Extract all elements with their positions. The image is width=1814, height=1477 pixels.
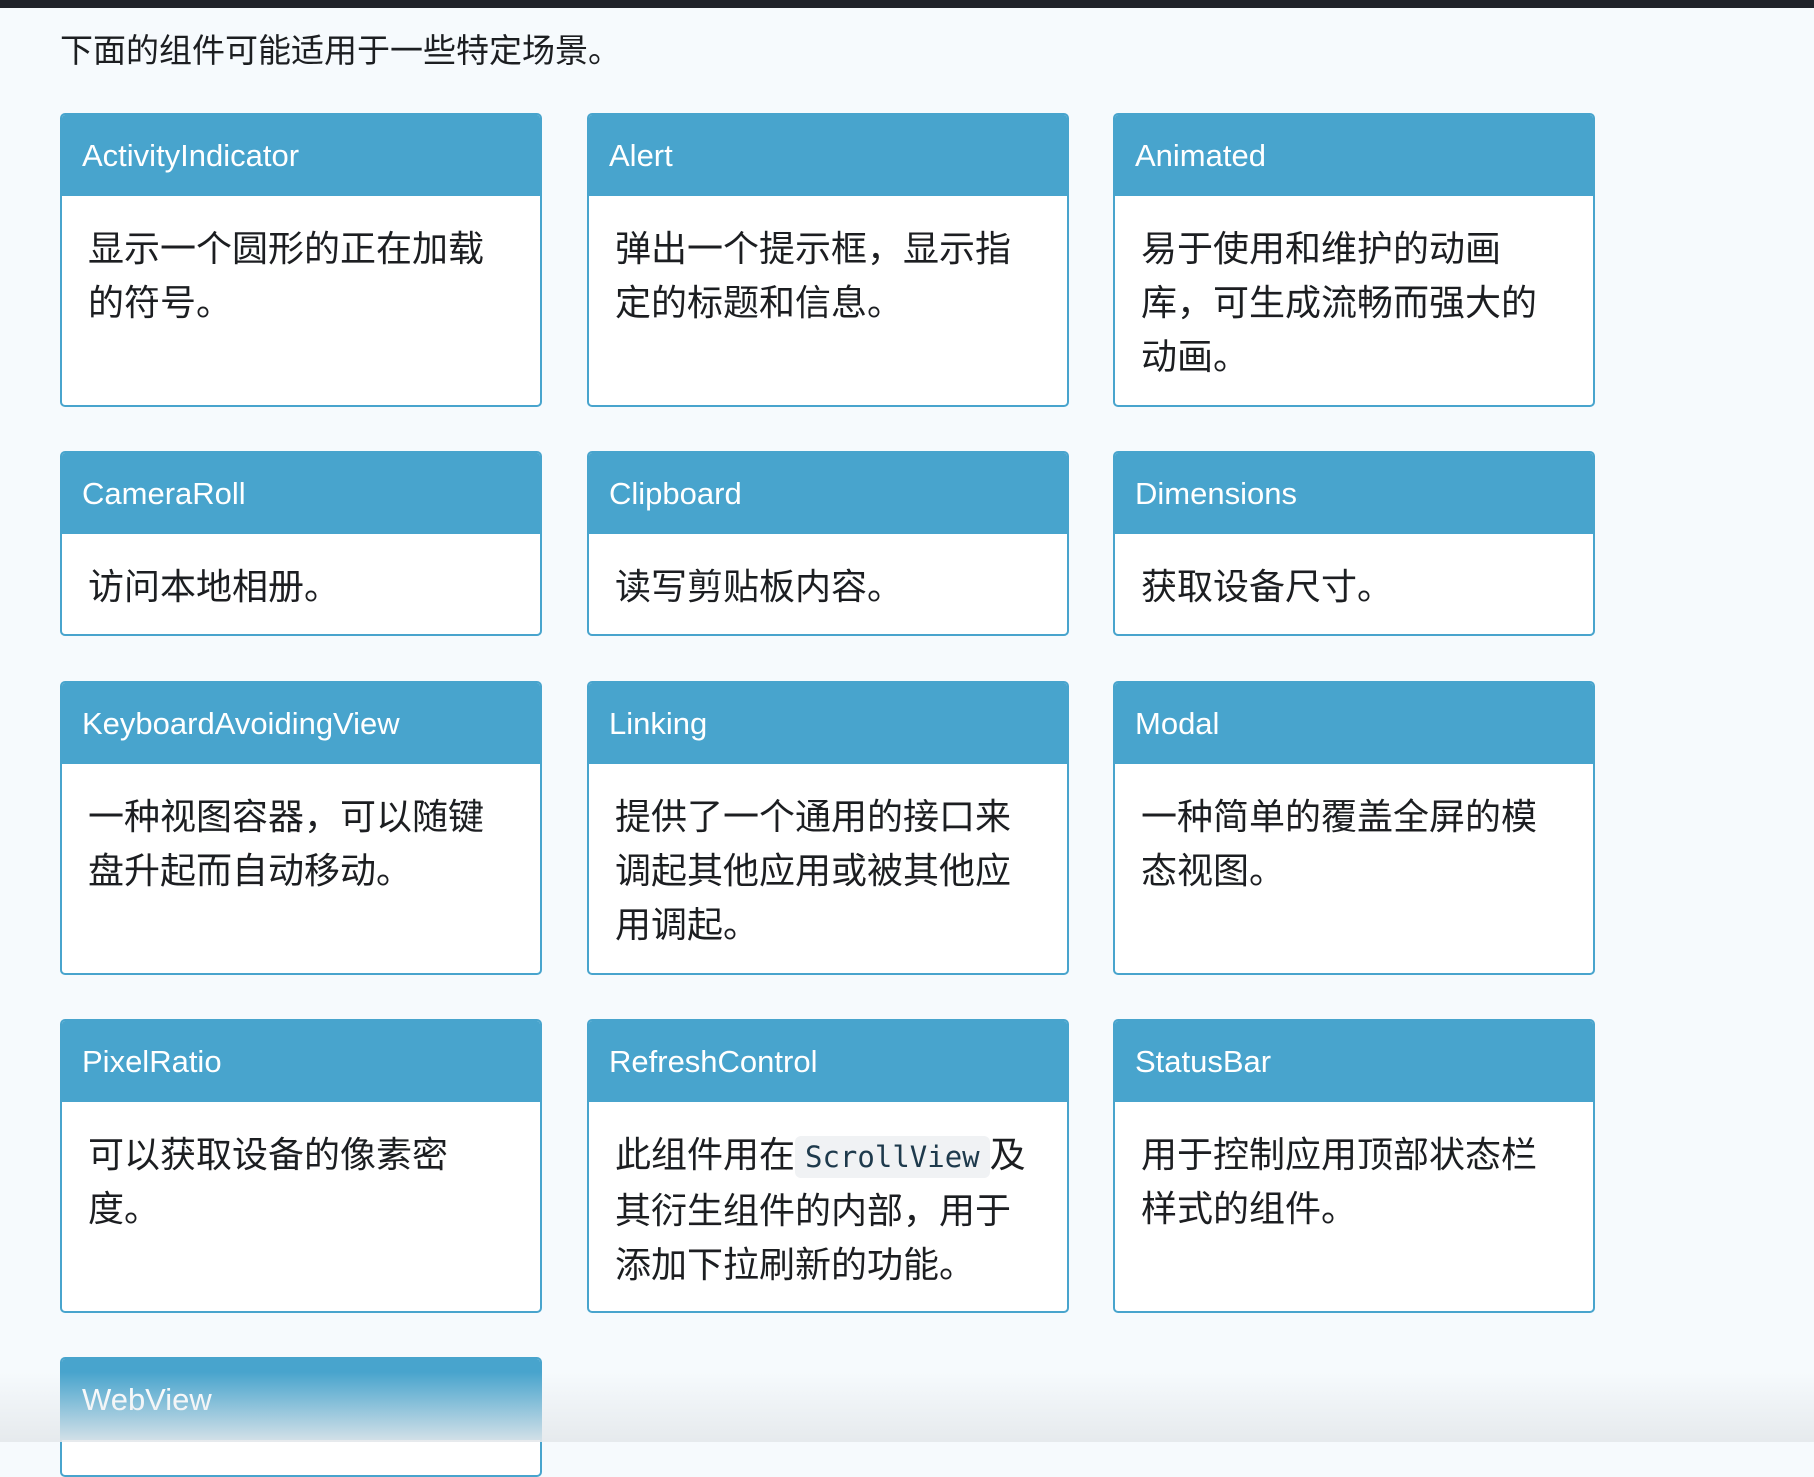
card-title[interactable]: Dimensions (1115, 453, 1593, 534)
card-title[interactable]: ActivityIndicator (62, 115, 540, 196)
card-title[interactable]: KeyboardAvoidingView (62, 683, 540, 764)
card-dimensions[interactable]: Dimensions 获取设备尺寸。 (1113, 451, 1595, 636)
card-description: 获取设备尺寸。 (1141, 566, 1394, 607)
inline-code: ScrollView (795, 1136, 990, 1178)
card-clipboard[interactable]: Clipboard 读写剪贴板内容。 (587, 451, 1069, 636)
card-animated[interactable]: Animated 易于使用和维护的动画库，可生成流畅而强大的动画。 (1113, 113, 1595, 407)
card-description: 一种视图容器，可以随键盘升起而自动移动。 (88, 796, 485, 891)
card-description: 易于使用和维护的动画库，可生成流畅而强大的动画。 (1141, 228, 1538, 377)
card-title[interactable]: Modal (1115, 683, 1593, 764)
card-title[interactable]: Alert (589, 115, 1067, 196)
card-title[interactable]: CameraRoll (62, 453, 540, 534)
card-description: 弹出一个提示框，显示指定的标题和信息。 (615, 228, 1012, 323)
card-title[interactable]: RefreshControl (589, 1021, 1067, 1102)
intro-text: 下面的组件可能适用于一些特定场景。 (60, 32, 621, 69)
card-refreshcontrol[interactable]: RefreshControl 此组件用在 ScrollView 及其衍生组件的内部，用… (587, 1019, 1069, 1313)
card-keyboardavoidingview[interactable]: KeyboardAvoidingView 一种视图容器，可以随键盘升起而自动移动。 (60, 681, 542, 975)
card-pixelratio[interactable]: PixelRatio 可以获取设备的像素密度。 (60, 1019, 542, 1313)
card-title[interactable]: Clipboard (589, 453, 1067, 534)
card-description: 提供了一个通用的接口来调起其他应用或被其他应用调起。 (615, 796, 1012, 945)
card-title[interactable]: Animated (1115, 115, 1593, 196)
card-statusbar[interactable]: StatusBar 用于控制应用顶部状态栏样式的组件。 (1113, 1019, 1595, 1313)
card-title[interactable]: StatusBar (1115, 1021, 1593, 1102)
card-title[interactable]: PixelRatio (62, 1021, 540, 1102)
card-title[interactable]: Linking (589, 683, 1067, 764)
card-webview[interactable]: WebView (60, 1357, 542, 1477)
card-linking[interactable]: Linking 提供了一个通用的接口来调起其他应用或被其他应用调起。 (587, 681, 1069, 975)
card-description: 访问本地相册。 (88, 566, 341, 607)
card-description: 此组件用在 ScrollView 及其衍生组件的内部，用于添加下拉刷新的功能。 (589, 1102, 1067, 1292)
card-description: 读写剪贴板内容。 (615, 566, 904, 607)
card-title[interactable]: WebView (62, 1359, 540, 1440)
card-cameraroll[interactable]: CameraRoll 访问本地相册。 (60, 451, 542, 636)
card-description: 一种简单的覆盖全屏的模态视图。 (1141, 796, 1538, 891)
card-description: 显示一个圆形的正在加载的符号。 (88, 228, 485, 323)
card-activityindicator[interactable]: ActivityIndicator 显示一个圆形的正在加载的符号。 (60, 113, 542, 407)
desc-text: 此组件用在 (615, 1134, 796, 1175)
card-description: 可以获取设备的像素密度。 (88, 1134, 449, 1229)
card-description: 用于控制应用顶部状态栏样式的组件。 (1141, 1134, 1538, 1229)
card-alert[interactable]: Alert 弹出一个提示框，显示指定的标题和信息。 (587, 113, 1069, 407)
card-modal[interactable]: Modal 一种简单的覆盖全屏的模态视图。 (1113, 681, 1595, 975)
top-bar (0, 0, 1814, 8)
